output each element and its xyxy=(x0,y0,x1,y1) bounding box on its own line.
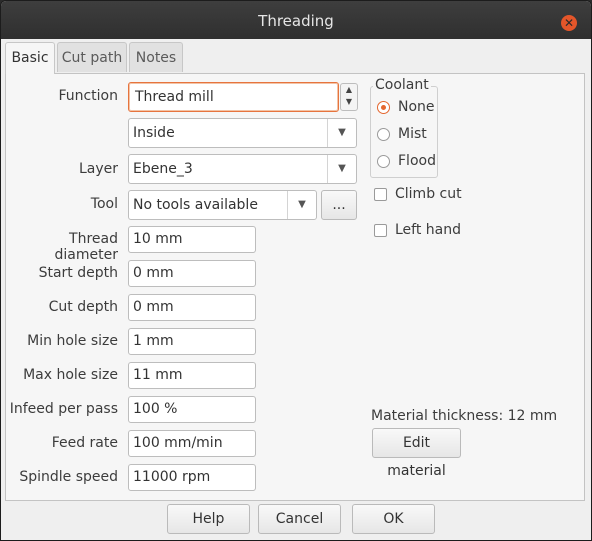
coolant-flood-radio[interactable] xyxy=(377,155,390,168)
left-hand-label[interactable]: Left hand xyxy=(395,222,461,238)
title-bar[interactable]: Threading ✕ xyxy=(1,1,591,39)
coolant-mist-radio[interactable] xyxy=(377,128,390,141)
feed-rate-label: Feed rate xyxy=(51,435,118,451)
layer-label: Layer xyxy=(78,161,118,177)
climb-cut-checkbox[interactable] xyxy=(374,188,387,201)
start-depth-field[interactable]: 0 mm xyxy=(128,260,256,287)
tool-value: No tools available xyxy=(133,197,258,213)
tool-combo[interactable]: No tools available ▼ xyxy=(128,190,317,220)
feed-rate-field[interactable]: 100 mm/min xyxy=(128,430,256,457)
max-hole-size-label: Max hole size xyxy=(23,367,118,383)
infeed-per-pass-field[interactable]: 100 % xyxy=(128,396,256,423)
coolant-none-radio[interactable] xyxy=(377,101,390,114)
cancel-button[interactable]: Cancel xyxy=(258,504,341,534)
tab-basic[interactable]: Basic xyxy=(5,42,55,74)
left-hand-checkbox[interactable] xyxy=(374,224,387,237)
side-value: Inside xyxy=(133,125,175,141)
ok-button[interactable]: OK xyxy=(352,504,435,534)
start-depth-label: Start depth xyxy=(38,265,118,281)
function-spinner[interactable]: ▲ ▼ xyxy=(340,83,358,111)
chevron-down-icon[interactable]: ▼ xyxy=(287,191,316,219)
thread-diameter-field[interactable]: 10 mm xyxy=(128,226,256,253)
coolant-flood-label[interactable]: Flood xyxy=(398,153,436,169)
coolant-none-label[interactable]: None xyxy=(398,99,435,115)
spindle-speed-field[interactable]: 11000 rpm xyxy=(128,464,256,491)
min-hole-size-label: Min hole size xyxy=(27,333,118,349)
tool-browse-button[interactable]: ... xyxy=(321,190,357,220)
cut-depth-label: Cut depth xyxy=(48,299,118,315)
material-thickness: Material thickness: 12 mm xyxy=(371,408,558,424)
chevron-down-icon[interactable]: ▼ xyxy=(327,155,356,183)
window-title: Threading xyxy=(258,12,334,30)
layer-combo[interactable]: Ebene_3 ▼ xyxy=(128,154,357,184)
coolant-title: Coolant xyxy=(373,77,431,93)
spindle-speed-label: Spindle speed xyxy=(19,469,118,485)
climb-cut-label[interactable]: Climb cut xyxy=(395,186,462,202)
close-icon[interactable]: ✕ xyxy=(561,15,577,31)
side-combo[interactable]: Inside ▼ xyxy=(128,118,357,148)
chevron-down-icon[interactable]: ▼ xyxy=(327,119,356,147)
threading-dialog: Threading ✕ Basic Cut path Notes Functio… xyxy=(0,0,592,541)
layer-value: Ebene_3 xyxy=(133,161,193,177)
cut-depth-field[interactable]: 0 mm xyxy=(128,294,256,321)
coolant-mist-label[interactable]: Mist xyxy=(398,126,427,142)
max-hole-size-field[interactable]: 11 mm xyxy=(128,362,256,389)
infeed-per-pass-label: Infeed per pass xyxy=(9,401,118,417)
tab-notes[interactable]: Notes xyxy=(129,42,183,72)
function-field[interactable]: Thread mill xyxy=(128,82,339,112)
help-button[interactable]: Help xyxy=(167,504,250,534)
tab-cut-path[interactable]: Cut path xyxy=(57,42,127,72)
function-label: Function xyxy=(58,88,118,104)
tool-label: Tool xyxy=(90,196,118,212)
thread-diameter-label: Thread diameter xyxy=(54,231,118,263)
edit-material-button[interactable]: Edit material xyxy=(372,428,461,479)
min-hole-size-field[interactable]: 1 mm xyxy=(128,328,256,355)
